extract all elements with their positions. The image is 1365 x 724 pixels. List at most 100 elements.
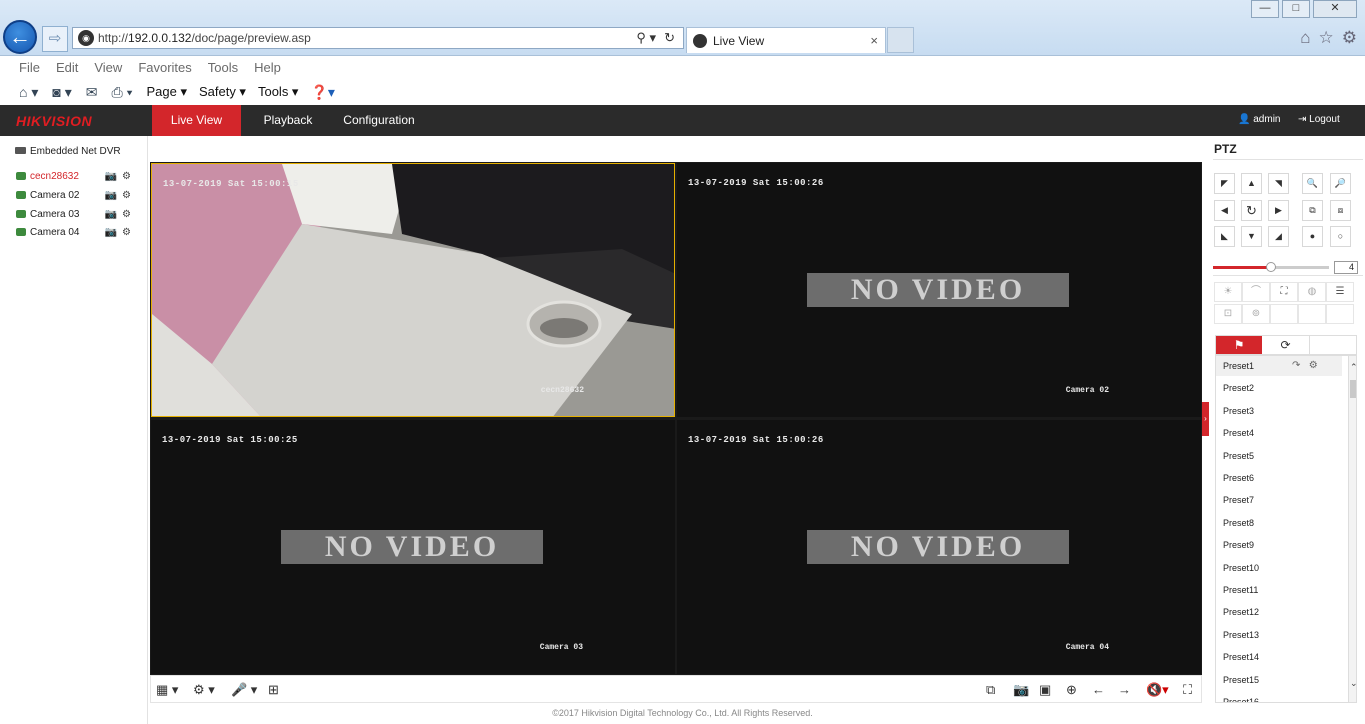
speed-value[interactable]: 4	[1334, 261, 1358, 274]
next-page-icon[interactable]: →	[1118, 682, 1131, 697]
preset-item[interactable]: Preset10	[1223, 563, 1259, 573]
3d-zoom-icon[interactable]: ⊚	[1242, 304, 1270, 324]
preset-item[interactable]: Preset1	[1223, 361, 1254, 371]
aux-focus-icon[interactable]: ⛶	[1270, 282, 1298, 302]
back-button[interactable]: ←	[3, 20, 37, 54]
settings-gear-icon[interactable]: ⚙	[1342, 28, 1357, 48]
pan-down-icon[interactable]: ▼	[1241, 226, 1262, 247]
zoom-in-icon[interactable]: 🔍	[1302, 173, 1323, 194]
scrollbar-thumb[interactable]	[1350, 380, 1356, 398]
close-window-button[interactable]: ✕	[1313, 0, 1357, 18]
preset-item[interactable]: Preset16	[1223, 697, 1259, 702]
scroll-up-icon[interactable]: ⌃	[1350, 362, 1356, 373]
video-pane[interactable]: 13-07-2019 Sat 15:00:26 NO VIDEO Camera …	[677, 420, 1201, 674]
home-command-icon[interactable]: ⌂ ▾	[19, 84, 38, 101]
call-preset-icon[interactable]: ↷	[1292, 360, 1300, 371]
print-icon[interactable]: ⎙ ▾	[111, 84, 132, 101]
light-icon[interactable]: ☀	[1214, 282, 1242, 302]
preset-item[interactable]: Preset3	[1223, 406, 1254, 416]
minimize-button[interactable]: —	[1251, 0, 1279, 18]
record-icon[interactable]: 📷	[105, 171, 117, 182]
preset-item[interactable]: Preset12	[1223, 607, 1259, 617]
page-menu[interactable]: Page ▾	[146, 84, 187, 100]
refresh-icon[interactable]: ↻	[664, 30, 675, 46]
auto-pan-icon[interactable]: ↻	[1241, 200, 1262, 221]
audio-icon[interactable]: 🔇▾	[1146, 682, 1169, 698]
record-all-icon[interactable]: ▣	[1039, 682, 1051, 698]
focus-far-icon[interactable]: ⧈	[1330, 200, 1351, 221]
preset-item[interactable]: Preset6	[1223, 473, 1254, 483]
record-icon[interactable]: 📷	[105, 227, 117, 238]
nav-playback[interactable]: Playback	[248, 105, 328, 136]
menu-favorites[interactable]: Favorites	[138, 60, 191, 75]
home-icon[interactable]: ⌂	[1300, 28, 1310, 48]
mail-icon[interactable]: ✉	[86, 84, 98, 101]
menu-tools[interactable]: Tools	[208, 60, 238, 75]
speed-slider-handle[interactable]	[1266, 262, 1276, 272]
feeds-icon[interactable]: ◙ ▾	[52, 84, 71, 101]
collapse-handle-icon[interactable]: ›	[1202, 402, 1209, 436]
scroll-down-icon[interactable]: ⌄	[1350, 678, 1356, 689]
ptz-icon[interactable]: ⚙	[122, 227, 131, 238]
tab-patrol-icon[interactable]: ⟳	[1262, 336, 1310, 354]
tab-pattern[interactable]	[1310, 336, 1356, 354]
preset-item[interactable]: Preset5	[1223, 451, 1254, 461]
address-url[interactable]: http://192.0.0.132/doc/page/preview.asp	[98, 31, 636, 45]
nav-live-view[interactable]: Live View	[152, 105, 241, 136]
record-icon[interactable]: 📷	[105, 209, 117, 220]
favorites-star-icon[interactable]: ☆	[1319, 28, 1334, 48]
pan-down-right-icon[interactable]: ◢	[1268, 226, 1289, 247]
preset-item[interactable]: Preset14	[1223, 652, 1259, 662]
safety-menu[interactable]: Safety ▾	[199, 84, 246, 100]
capture-icon[interactable]: 📷	[1013, 682, 1029, 698]
menu-file[interactable]: File	[19, 60, 40, 75]
preset-item[interactable]: Preset9	[1223, 540, 1254, 550]
pan-down-left-icon[interactable]: ◣	[1214, 226, 1235, 247]
ptz-icon[interactable]: ⚙	[122, 190, 131, 201]
preset-item[interactable]: Preset13	[1223, 630, 1259, 640]
new-tab-button[interactable]	[887, 27, 914, 53]
manual-track-icon[interactable]: ⊡	[1214, 304, 1242, 324]
set-preset-gear-icon[interactable]: ⚙	[1309, 360, 1318, 371]
menu-icon[interactable]: ☰	[1326, 282, 1354, 302]
camera-item[interactable]: Camera 02 📷 ⚙	[16, 188, 131, 202]
iris-open-icon[interactable]: ●	[1302, 226, 1323, 247]
stop-all-icon[interactable]: ⧉	[986, 682, 995, 698]
search-icon[interactable]: ⚲ ▾	[636, 30, 656, 46]
menu-edit[interactable]: Edit	[56, 60, 78, 75]
pan-up-left-icon[interactable]: ◤	[1214, 173, 1235, 194]
preset-item[interactable]: Preset15	[1223, 675, 1259, 685]
address-bar[interactable]: ◉ http://192.0.0.132/doc/page/preview.as…	[72, 27, 684, 49]
maximize-button[interactable]: □	[1282, 0, 1310, 18]
logout-button[interactable]: ⇥ Logout	[1298, 114, 1340, 125]
window-layout-icon[interactable]: ▦ ▾	[156, 682, 178, 698]
preset-item[interactable]: Preset8	[1223, 518, 1254, 528]
video-pane[interactable]: 13-07-2019 Sat 15:00:25 NO VIDEO Camera …	[151, 420, 675, 674]
tab-preset-flag-icon[interactable]: ⚑	[1216, 336, 1263, 354]
camera-item[interactable]: cecn28632 📷 ⚙	[16, 169, 131, 183]
preset-item[interactable]: Preset11	[1223, 585, 1258, 595]
ptz-icon[interactable]: ⚙	[122, 171, 131, 182]
pan-right-icon[interactable]: ▶	[1268, 200, 1289, 221]
browser-tab[interactable]: Live View ×	[686, 27, 886, 53]
stream-type-icon[interactable]: ⚙ ▾	[193, 682, 215, 698]
iris-close-icon[interactable]: ○	[1330, 226, 1351, 247]
plugin-icon[interactable]: ⊞	[268, 682, 279, 698]
wiper-icon[interactable]: ⌒	[1242, 282, 1270, 302]
microphone-icon[interactable]: 🎤 ▾	[231, 682, 257, 698]
preset-scrollbar[interactable]: ⌃ ⌄	[1348, 356, 1356, 702]
record-icon[interactable]: 📷	[105, 190, 117, 201]
pan-left-icon[interactable]: ◀	[1214, 200, 1235, 221]
camera-item[interactable]: Camera 03 📷 ⚙	[16, 207, 131, 221]
user-menu[interactable]: 👤 admin	[1238, 114, 1280, 125]
focus-near-icon[interactable]: ⧉	[1302, 200, 1323, 221]
ptz-icon[interactable]: ⚙	[122, 209, 131, 220]
preset-item[interactable]: Preset7	[1223, 495, 1254, 505]
lens-init-icon[interactable]: ◍	[1298, 282, 1326, 302]
camera-item[interactable]: Camera 04 📷 ⚙	[16, 225, 131, 239]
zoom-out-icon[interactable]: 🔎	[1330, 173, 1351, 194]
tools-menu[interactable]: Tools ▾	[258, 84, 299, 100]
menu-help[interactable]: Help	[254, 60, 281, 75]
help-icon[interactable]: ❓▾	[310, 84, 334, 101]
tab-close-icon[interactable]: ×	[870, 33, 878, 48]
